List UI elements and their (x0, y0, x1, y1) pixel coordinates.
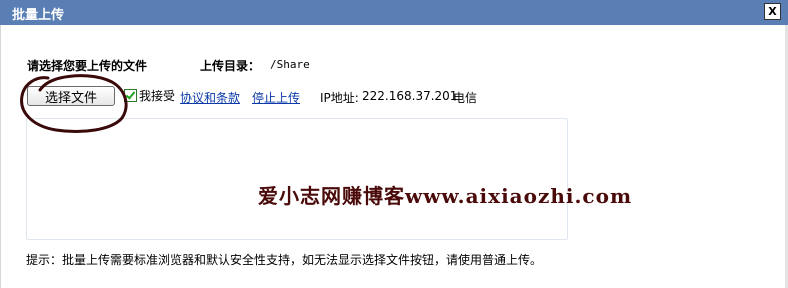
terms-link[interactable]: 协议和条款 (180, 89, 240, 106)
close-button[interactable]: X (764, 3, 781, 20)
agree-label: 我接受 (139, 89, 176, 103)
stop-upload-link[interactable]: 停止上传 (252, 89, 300, 106)
ip-value: 222.168.37.201 (362, 89, 458, 103)
carrier-label: 电信 (453, 91, 478, 105)
agree-checkbox-group[interactable]: 我接受 (124, 87, 175, 104)
upload-dir-label: 上传目录： (200, 59, 261, 73)
window-titlebar: 批量上传 X (0, 0, 788, 25)
upload-file-area[interactable] (26, 118, 568, 240)
choose-file-label: 请选择您要上传的文件 (27, 59, 148, 73)
hint-text: 提示：批量上传需要标准浏览器和默认安全性支持，如无法显示选择文件按钮，请使用普通… (26, 253, 543, 267)
frame-left-border (0, 25, 1, 288)
watermark-text: 爱小志网赚博客www.aixiaozhi.com (258, 184, 633, 208)
upload-dir-value: /Share (270, 58, 310, 71)
window-title: 批量上传 (12, 8, 65, 23)
agree-checkbox[interactable] (124, 89, 137, 102)
choose-file-button[interactable]: 选择文件 (27, 86, 115, 106)
ip-label: IP地址: (320, 91, 359, 105)
close-icon: X (768, 5, 777, 18)
